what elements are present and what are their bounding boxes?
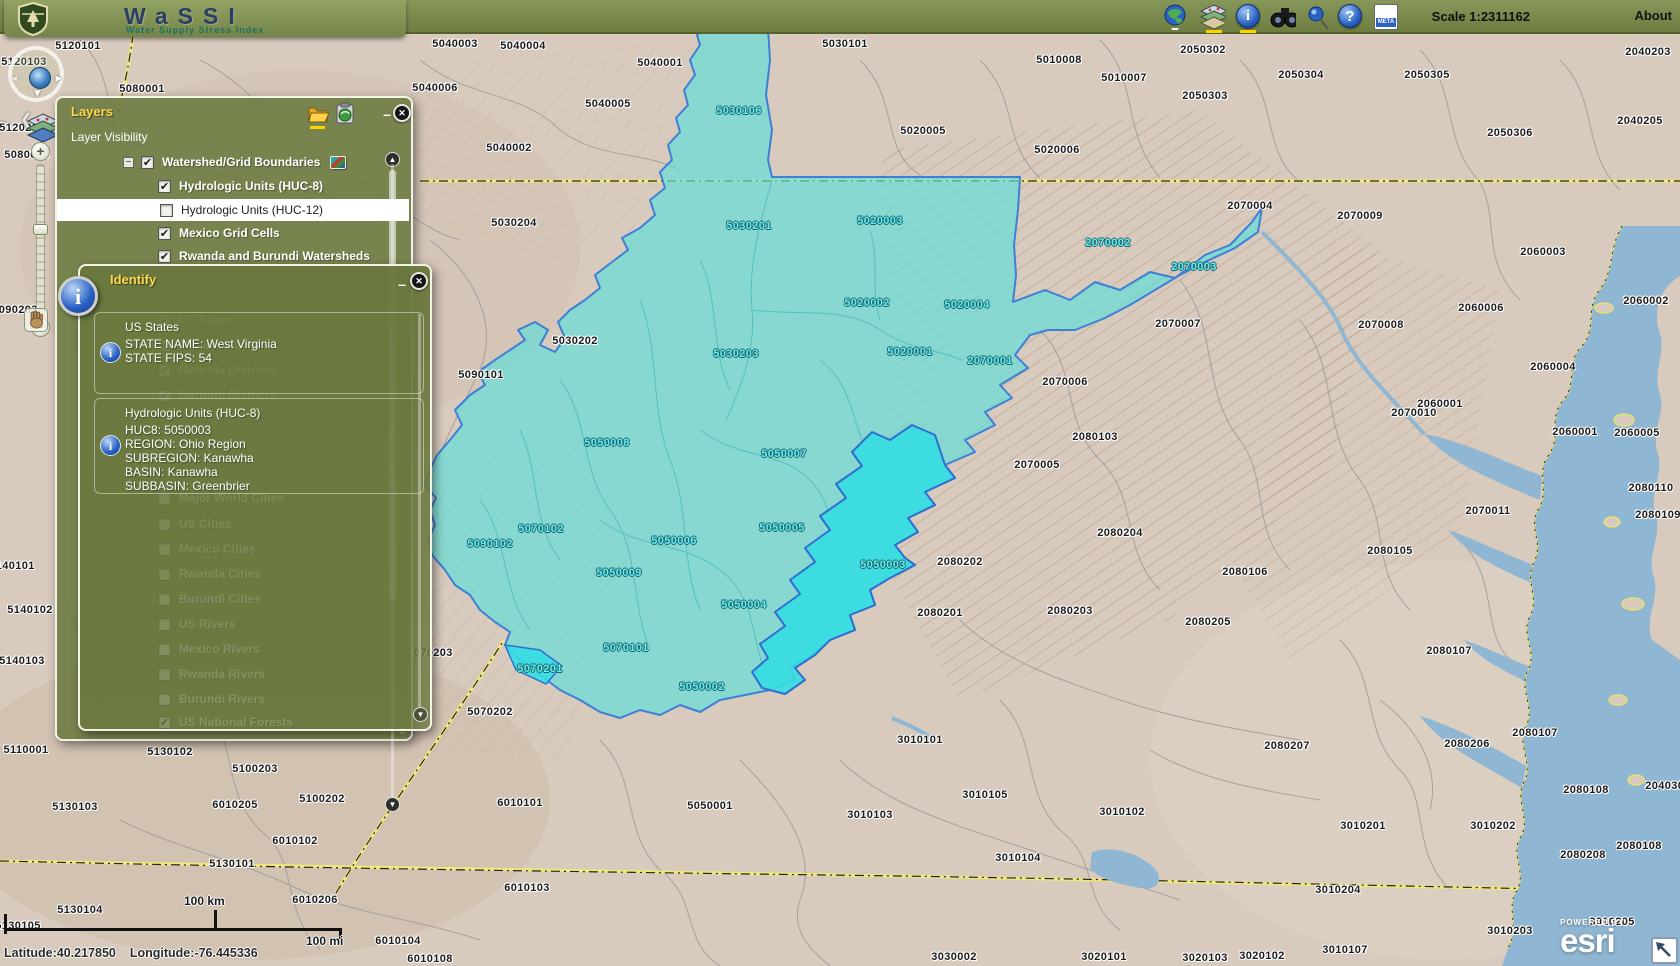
result-layer-name: US States	[125, 320, 179, 334]
scale-indicator: Scale 1:2311162	[1432, 9, 1530, 24]
forest-service-shield-icon	[16, 2, 50, 36]
identify-tool-icon[interactable]: i	[1236, 4, 1260, 28]
layers-tool-icon[interactable]	[1200, 4, 1226, 30]
pan-left-arrow[interactable]: ◂	[11, 70, 18, 86]
identify-panel-title[interactable]: Identify	[110, 272, 156, 287]
zoom-in-button[interactable]: +	[31, 142, 50, 161]
scale-bar: 100 km 100 mi	[4, 900, 364, 952]
identify-info-icon: i	[58, 276, 98, 316]
pan-right-arrow[interactable]: ▸	[55, 70, 62, 86]
zoom-slider-handle[interactable]	[33, 224, 48, 235]
identify-panel[interactable]: Identify i i US States STATE NAME: West Vi…	[78, 264, 432, 731]
scale-km-label: 100 km	[184, 894, 225, 908]
help-icon[interactable]: ?	[1338, 4, 1362, 28]
identify-close-button[interactable]	[410, 272, 428, 290]
open-folder-icon[interactable]	[307, 102, 329, 126]
header-bar: WaSSI Water Supply Stress Index i ? META…	[0, 0, 1680, 34]
info-icon: i	[100, 342, 121, 363]
logo-block: WaSSI Water Supply Stress Index	[4, 0, 406, 37]
layers-panel-title[interactable]: Layers	[71, 104, 113, 119]
app-subtitle: Water Supply Stress Index	[126, 25, 264, 35]
scale-mi-label: 100 mi	[306, 934, 343, 948]
longitude-value: Longitude:-76.445336	[130, 946, 258, 960]
pan-control[interactable]: ▸ ▾ ◂	[8, 46, 64, 102]
folder-underline	[310, 126, 325, 129]
esri-logo: esri	[1560, 927, 1625, 955]
layer-visibility-label: Layer Visibility	[71, 130, 147, 144]
scroll-down-icon[interactable]	[413, 707, 428, 722]
identify-result-card-hydrologic-units-huc-8[interactable]: i Hydrologic Units (HUC-8) HUC8: 5050003RE…	[94, 398, 424, 494]
layers-tool-active-underline	[1206, 30, 1222, 33]
metadata-icon[interactable]: META	[1374, 4, 1398, 30]
result-attributes: HUC8: 5050003REGION: Ohio RegionSUBREGIO…	[125, 423, 254, 493]
nw-arrow-icon	[1653, 939, 1676, 962]
result-layer-name: Hydrologic Units (HUC-8)	[125, 406, 260, 420]
overview-toggle-button[interactable]	[1651, 937, 1678, 964]
result-attributes: STATE NAME: West VirginiaSTATE FIPS: 54	[125, 337, 277, 365]
full-extent-globe-icon[interactable]	[1163, 4, 1189, 30]
pushpin-icon[interactable]	[1304, 4, 1330, 30]
find-binoculars-icon[interactable]	[1270, 4, 1296, 30]
scroll-down-icon[interactable]	[385, 797, 400, 812]
hand-icon	[25, 309, 47, 331]
identify-scrollbar[interactable]	[415, 302, 424, 722]
identify-tool-active-underline	[1240, 30, 1256, 33]
about-link[interactable]: About	[1634, 8, 1672, 23]
pan-down-arrow[interactable]: ▾	[34, 85, 41, 101]
meta-badge: META	[1376, 18, 1396, 27]
identify-minimize-button[interactable]	[394, 278, 410, 294]
zoom-slider-track[interactable]	[36, 164, 45, 316]
pan-hand-button[interactable]	[24, 308, 48, 332]
coordinate-readout: Latitude:40.217850 Longitude:-76.445336	[4, 946, 272, 960]
layers-close-button[interactable]	[393, 104, 411, 122]
esri-attribution: POWERED BY esri	[1560, 918, 1625, 955]
latitude-value: Latitude:40.217850	[4, 946, 116, 960]
save-session-icon[interactable]	[335, 102, 355, 126]
info-icon: i	[100, 435, 121, 456]
identify-result-card-us-states[interactable]: i US States STATE NAME: West VirginiaSTATE…	[94, 312, 424, 394]
